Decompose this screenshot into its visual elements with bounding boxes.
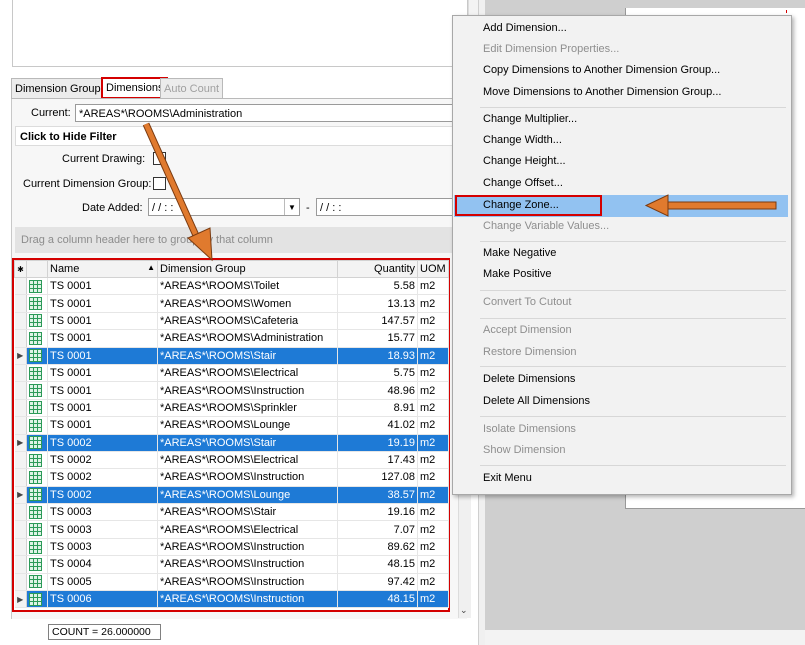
annotation-arrows [142, 122, 777, 262]
arrow-to-grid [142, 122, 213, 262]
arrow-to-menu-item [644, 194, 777, 217]
